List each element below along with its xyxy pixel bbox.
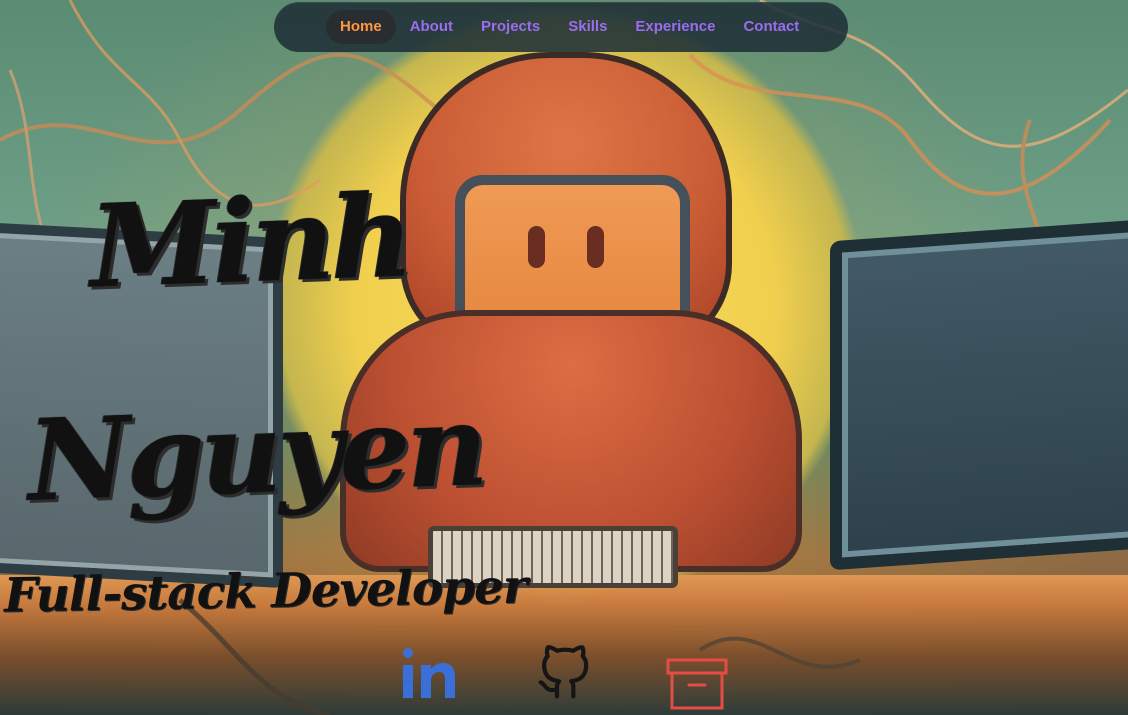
hero-section: Home About Projects Skills Experience Co… bbox=[0, 0, 1128, 715]
linkedin-link[interactable] bbox=[400, 645, 456, 701]
right-monitor-illustration bbox=[830, 218, 1128, 571]
left-monitor-illustration bbox=[0, 222, 283, 588]
linkedin-icon bbox=[403, 648, 455, 698]
archive-link[interactable] bbox=[666, 658, 728, 711]
nav-projects-link[interactable]: Projects bbox=[467, 10, 554, 44]
nav-experience-link[interactable]: Experience bbox=[621, 10, 729, 44]
nav-contact-link[interactable]: Contact bbox=[729, 10, 813, 44]
keyboard-illustration bbox=[428, 526, 678, 588]
nav-home-link[interactable]: Home bbox=[326, 10, 396, 44]
robot-left-eye bbox=[528, 226, 545, 268]
github-icon bbox=[538, 645, 589, 699]
github-link[interactable] bbox=[536, 643, 592, 703]
robot-right-eye bbox=[587, 226, 604, 268]
top-navigation: Home About Projects Skills Experience Co… bbox=[274, 2, 848, 52]
nav-list: Home About Projects Skills Experience Co… bbox=[326, 10, 813, 44]
nav-skills-link[interactable]: Skills bbox=[554, 10, 621, 44]
nav-about-link[interactable]: About bbox=[396, 10, 467, 44]
social-links bbox=[400, 645, 730, 711]
archive-box-icon bbox=[666, 658, 728, 710]
